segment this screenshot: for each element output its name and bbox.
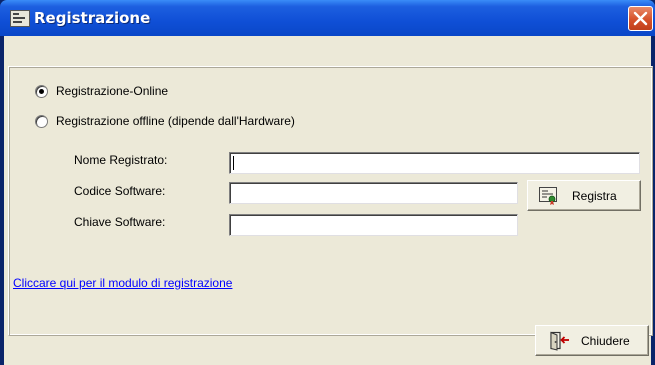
chiudere-button-label: Chiudere [581, 333, 630, 348]
nome-registrato-label: Nome Registrato: [74, 153, 168, 167]
window-title: Registrazione [34, 9, 151, 27]
window-client-area: Registrazione-Online Registrazione offli… [4, 36, 653, 365]
registration-form-link[interactable]: Cliccare qui per il modulo di registrazi… [13, 276, 232, 290]
registration-group-box: Registrazione-Online Registrazione offli… [8, 66, 653, 336]
codice-software-field[interactable] [229, 182, 518, 204]
radio-online-label: Registrazione-Online [56, 84, 169, 98]
text-caret [233, 156, 234, 170]
radio-offline[interactable]: Registrazione offline (dipende dall'Hard… [35, 114, 295, 128]
certificate-icon [539, 186, 557, 205]
chiave-software-field[interactable] [229, 214, 518, 236]
chiave-software-input[interactable] [230, 215, 517, 235]
radio-offline-label: Registrazione offline (dipende dall'Hard… [56, 114, 295, 128]
close-window-button[interactable] [628, 6, 653, 31]
nome-registrato-input[interactable] [230, 153, 639, 173]
radio-online[interactable]: Registrazione-Online [35, 84, 168, 98]
radio-online-button[interactable] [35, 84, 48, 98]
registra-button-label: Registra [572, 188, 617, 203]
codice-software-label: Codice Software: [74, 184, 166, 198]
chiudere-button[interactable]: Chiudere [535, 325, 649, 356]
title-bar[interactable]: Registrazione [0, 0, 655, 36]
registra-button[interactable]: Registra [527, 180, 641, 211]
radio-offline-button[interactable] [35, 114, 48, 128]
nome-registrato-field[interactable] [229, 152, 640, 174]
codice-software-input[interactable] [230, 183, 517, 203]
app-window-icon [10, 10, 30, 27]
registration-window: Registrazione Registrazione-Online Regis… [0, 0, 655, 365]
exit-door-icon [550, 331, 569, 351]
chiave-software-label: Chiave Software: [74, 215, 166, 229]
close-x-icon [633, 11, 648, 26]
